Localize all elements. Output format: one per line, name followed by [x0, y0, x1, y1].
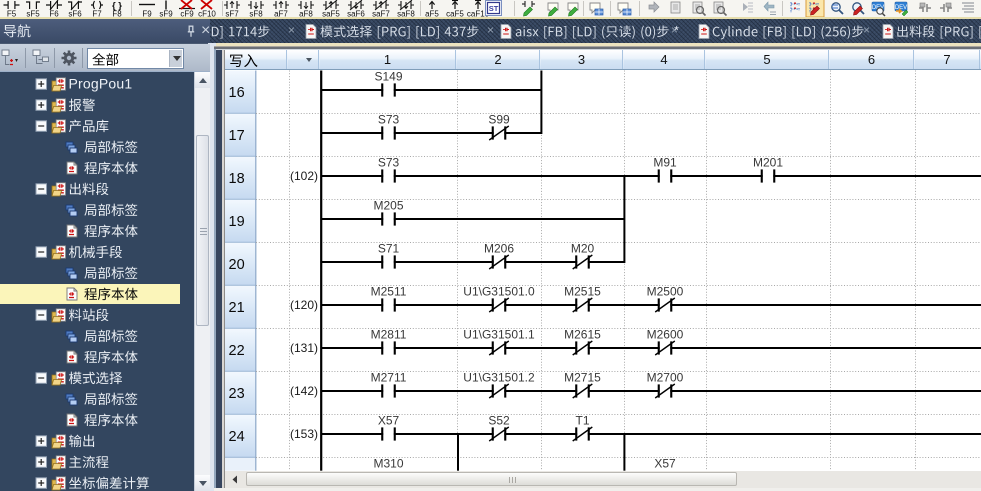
svg-text:23: 23 — [229, 386, 245, 402]
svg-text:(142): (142) — [290, 384, 318, 398]
svg-text:M2500: M2500 — [647, 285, 684, 299]
svg-text:20: 20 — [229, 257, 245, 273]
svg-text:S99: S99 — [488, 113, 510, 127]
svg-text:M2715: M2715 — [564, 371, 601, 385]
svg-text:U1\G31501.0: U1\G31501.0 — [463, 285, 535, 299]
svg-text:M206: M206 — [484, 242, 514, 256]
svg-text:17: 17 — [229, 128, 245, 144]
svg-text:M20: M20 — [571, 242, 595, 256]
svg-text:M2600: M2600 — [647, 328, 684, 342]
svg-text:24: 24 — [229, 429, 245, 445]
svg-text:U1\G31501.2: U1\G31501.2 — [463, 371, 535, 385]
svg-text:(102): (102) — [290, 169, 318, 183]
svg-text:M2615: M2615 — [564, 328, 601, 342]
svg-text:M310: M310 — [373, 457, 403, 471]
svg-text:18: 18 — [229, 171, 245, 187]
svg-text:M91: M91 — [653, 156, 677, 170]
svg-text:21: 21 — [229, 300, 245, 316]
svg-text:X57: X57 — [654, 457, 676, 471]
svg-text:M2515: M2515 — [564, 285, 601, 299]
svg-text:T1: T1 — [575, 414, 589, 428]
svg-text:M205: M205 — [373, 199, 403, 213]
svg-text:19: 19 — [229, 214, 245, 230]
svg-text:S73: S73 — [378, 156, 400, 170]
svg-text:16: 16 — [229, 85, 245, 101]
svg-text:M2811: M2811 — [371, 328, 407, 342]
svg-text:S149: S149 — [374, 70, 402, 84]
svg-text:(120): (120) — [290, 298, 318, 312]
svg-text:X57: X57 — [378, 414, 400, 428]
svg-text:(131): (131) — [290, 341, 318, 355]
svg-text:22: 22 — [229, 343, 245, 359]
svg-text:M2711: M2711 — [371, 371, 407, 385]
svg-text:M201: M201 — [753, 156, 783, 170]
svg-text:ST: ST — [489, 4, 499, 13]
svg-text:M2511: M2511 — [371, 285, 407, 299]
svg-text:M2700: M2700 — [647, 371, 684, 385]
svg-text:ProgPou1: ProgPou1 — [69, 76, 133, 92]
svg-text:S73: S73 — [378, 113, 400, 127]
svg-text:(153): (153) — [290, 427, 318, 441]
svg-text:U1\G31501.1: U1\G31501.1 — [463, 328, 535, 342]
svg-text:S52: S52 — [488, 414, 510, 428]
svg-text:S71: S71 — [378, 242, 400, 256]
